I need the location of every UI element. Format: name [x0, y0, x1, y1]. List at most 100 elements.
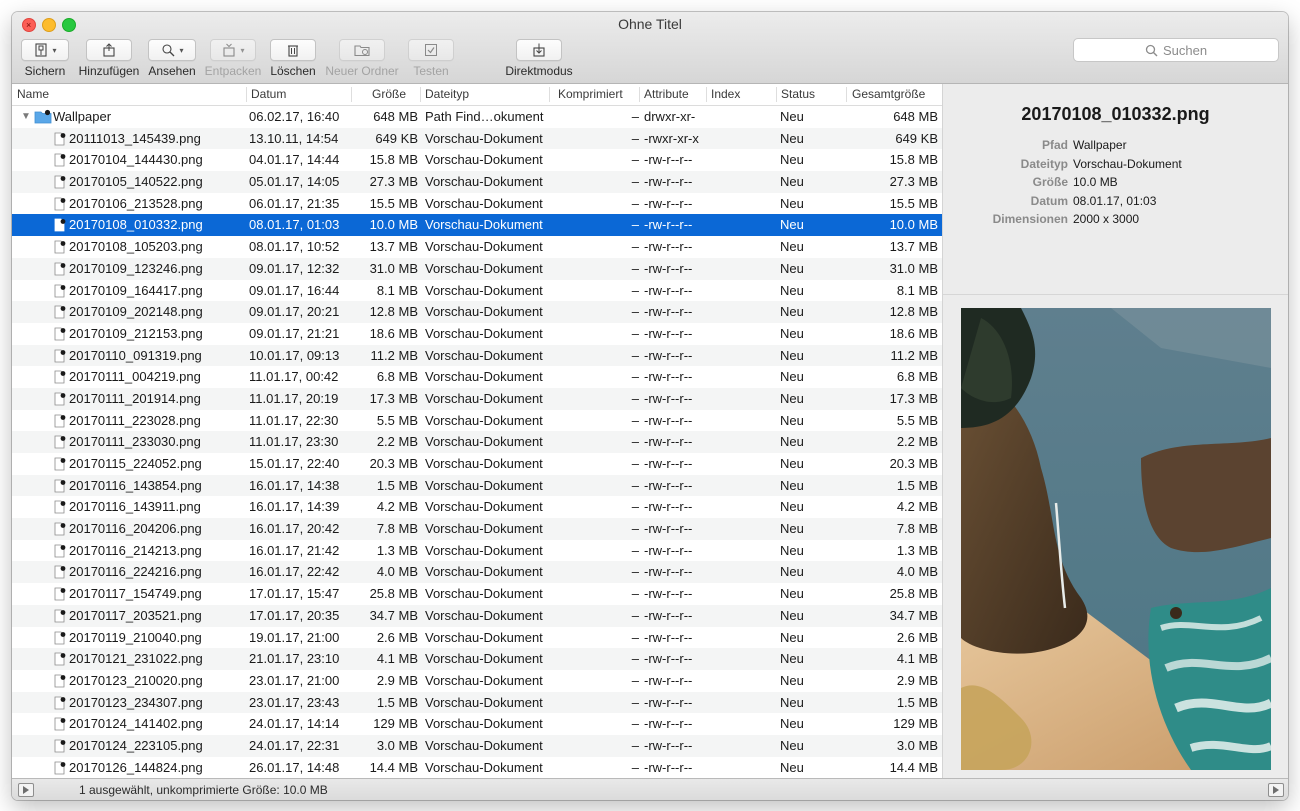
- cell-attributes: -rw-r--r--: [644, 217, 693, 233]
- column-status[interactable]: Status: [781, 87, 815, 101]
- cell-total-size: 4.0 MB: [896, 564, 938, 580]
- column-komprimiert[interactable]: Komprimiert: [558, 87, 623, 101]
- cell-name: 20170119_210040.png: [69, 629, 202, 645]
- file-row[interactable]: 20170104_144430.png 04.01.17, 14:44 15.8 M…: [12, 149, 942, 171]
- toolbar-neuer-ordner[interactable]: Neuer Ordner: [323, 39, 401, 78]
- testen-button[interactable]: [408, 39, 454, 61]
- file-row[interactable]: 20170111_223028.png 11.01.17, 22:30 5.5 MB…: [12, 410, 942, 432]
- cell-type: Vorschau-Dokument: [425, 325, 543, 341]
- cell-total-size: 2.2 MB: [896, 434, 938, 450]
- column-gesamtgroesse[interactable]: Gesamtgröße: [852, 87, 925, 101]
- entpacken-label: Entpacken: [204, 64, 262, 78]
- file-row[interactable]: 20170124_141402.png 24.01.17, 14:14 129 MB…: [12, 713, 942, 735]
- file-row[interactable]: 20170116_214213.png 16.01.17, 21:42 1.3 MB…: [12, 540, 942, 562]
- column-datum[interactable]: Datum: [251, 87, 286, 101]
- cell-type: Vorschau-Dokument: [425, 564, 543, 580]
- disclosure-triangle-icon[interactable]: ▼: [21, 106, 31, 127]
- folder-row-wallpaper[interactable]: ▼ Wallpaper 06.02.17, 16:40 648 MB Path …: [12, 106, 942, 128]
- cell-date: 09.01.17, 20:21: [249, 304, 340, 320]
- archive-icon: [35, 43, 48, 57]
- cell-size: 2.9 MB: [376, 672, 418, 688]
- direktmodus-button[interactable]: [516, 39, 562, 61]
- cell-type: Vorschau-Dokument: [425, 759, 543, 775]
- file-row[interactable]: 20170123_210020.png 23.01.17, 21:00 2.9 MB…: [12, 670, 942, 692]
- file-icon: [54, 305, 66, 319]
- file-row[interactable]: 20170109_212153.png 09.01.17, 21:21 18.6 M…: [12, 323, 942, 345]
- cell-size: 15.8 MB: [369, 152, 418, 168]
- file-row[interactable]: 20170106_213528.png 06.01.17, 21:35 15.5 M…: [12, 193, 942, 215]
- toolbar-hinzufuegen[interactable]: Hinzufügen: [78, 39, 140, 78]
- file-row[interactable]: 20170116_143911.png 16.01.17, 14:39 4.2 MB…: [12, 496, 942, 518]
- loeschen-button[interactable]: [270, 39, 316, 61]
- file-row[interactable]: 20170124_223105.png 24.01.17, 22:31 3.0 MB…: [12, 734, 942, 757]
- cell-compressed: –: [631, 347, 639, 363]
- cell-type: Vorschau-Dokument: [425, 542, 543, 558]
- file-icon: [54, 197, 66, 211]
- cell-total-size: 3.0 MB: [896, 737, 938, 753]
- file-row[interactable]: 20170109_123246.png 09.01.17, 12:32 31.0 M…: [12, 257, 942, 280]
- file-row[interactable]: 20111013_145439.png 13.10.11, 14:54 649 KB…: [12, 127, 942, 150]
- cell-compressed: –: [631, 737, 639, 753]
- ansehen-button[interactable]: ▾: [148, 39, 196, 61]
- cell-compressed: –: [631, 629, 639, 645]
- file-row[interactable]: 20170116_204206.png 16.01.17, 20:42 7.8 MB…: [12, 518, 942, 540]
- cell-size: 27.3 MB: [369, 174, 418, 190]
- column-name[interactable]: Name: [17, 87, 49, 101]
- info-key: Datum: [1030, 194, 1068, 208]
- toggle-info-button[interactable]: [1268, 783, 1284, 797]
- file-row[interactable]: 20170126_144824.png 26.01.17, 14:48 14.4 M…: [12, 757, 942, 778]
- cell-size: 8.1 MB: [376, 282, 418, 298]
- file-icon: [54, 392, 66, 406]
- search-field[interactable]: Suchen: [1073, 38, 1279, 62]
- file-row[interactable]: 20170105_140522.png 05.01.17, 14:05 27.3 M…: [12, 171, 942, 193]
- file-icon: [54, 739, 66, 753]
- toolbar-loeschen[interactable]: Löschen: [268, 39, 318, 78]
- toolbar-entpacken[interactable]: ▾ Entpacken: [203, 39, 263, 78]
- file-row[interactable]: 20170117_203521.png 17.01.17, 20:35 34.7 M…: [12, 604, 942, 627]
- column-index[interactable]: Index: [711, 87, 740, 101]
- hinzufuegen-button[interactable]: [86, 39, 132, 61]
- loeschen-label: Löschen: [270, 64, 316, 78]
- cell-total-size: 7.8 MB: [896, 521, 938, 537]
- column-groesse[interactable]: Größe: [372, 87, 406, 101]
- window-title: Ohne Titel: [618, 16, 682, 32]
- sichern-button[interactable]: ▾: [21, 39, 69, 61]
- toggle-sidebar-button[interactable]: [18, 783, 34, 797]
- toolbar-testen[interactable]: Testen: [406, 39, 456, 78]
- cell-name: 20170111_004219.png: [69, 369, 201, 385]
- file-row[interactable]: 20170116_224216.png 16.01.17, 22:42 4.0 MB…: [12, 561, 942, 584]
- file-row[interactable]: 20170109_164417.png 09.01.17, 16:44 8.1 MB…: [12, 280, 942, 302]
- cell-total-size: 25.8 MB: [889, 586, 938, 602]
- file-row[interactable]: 20170108_010332.png 08.01.17, 01:03 10.0 M…: [12, 214, 942, 237]
- file-row[interactable]: 20170111_233030.png 11.01.17, 23:30 2.2 MB…: [12, 431, 942, 453]
- entpacken-button[interactable]: ▾: [210, 39, 256, 61]
- file-row[interactable]: 20170111_004219.png 11.01.17, 00:42 6.8 MB…: [12, 366, 942, 388]
- cell-date: 23.01.17, 23:43: [249, 694, 340, 710]
- neuer-ordner-button[interactable]: [339, 39, 385, 61]
- toolbar-sichern[interactable]: ▾ Sichern: [20, 39, 70, 78]
- cell-total-size: 18.6 MB: [889, 325, 938, 341]
- file-row[interactable]: 20170115_224052.png 15.01.17, 22:40 20.3 M…: [12, 453, 942, 475]
- toolbar-ansehen[interactable]: ▾ Ansehen: [147, 39, 197, 78]
- toolbar-direktmodus[interactable]: Direktmodus: [501, 39, 577, 78]
- chevron-down-icon: ▾: [240, 45, 245, 55]
- file-row[interactable]: 20170109_202148.png 09.01.17, 20:21 12.8 M…: [12, 301, 942, 323]
- cell-type: Vorschau-Dokument: [425, 694, 543, 710]
- cell-total-size: 15.8 MB: [889, 152, 938, 168]
- file-row[interactable]: 20170111_201914.png 11.01.17, 20:19 17.3 M…: [12, 387, 942, 410]
- file-row[interactable]: 20170123_234307.png 23.01.17, 23:43 1.5 MB…: [12, 691, 942, 714]
- file-row[interactable]: 20170108_105203.png 08.01.17, 10:52 13.7 M…: [12, 236, 942, 258]
- column-dateityp[interactable]: Dateityp: [425, 87, 469, 101]
- cell-type: Vorschau-Dokument: [425, 304, 543, 320]
- cell-status: Neu: [780, 282, 804, 298]
- file-row[interactable]: 20170119_210040.png 19.01.17, 21:00 2.6 MB…: [12, 627, 942, 649]
- file-row[interactable]: 20170116_143854.png 16.01.17, 14:38 1.5 MB…: [12, 474, 942, 497]
- column-attribute[interactable]: Attribute: [644, 87, 689, 101]
- file-row[interactable]: 20170121_231022.png 21.01.17, 23:10 4.1 MB…: [12, 648, 942, 670]
- cell-size: 7.8 MB: [376, 521, 418, 537]
- search-placeholder: Suchen: [1162, 42, 1208, 58]
- file-row[interactable]: 20170110_091319.png 10.01.17, 09:13 11.2 M…: [12, 344, 942, 367]
- file-icon: [54, 609, 66, 623]
- cell-date: 23.01.17, 21:00: [249, 672, 340, 688]
- file-row[interactable]: 20170117_154749.png 17.01.17, 15:47 25.8 M…: [12, 583, 942, 605]
